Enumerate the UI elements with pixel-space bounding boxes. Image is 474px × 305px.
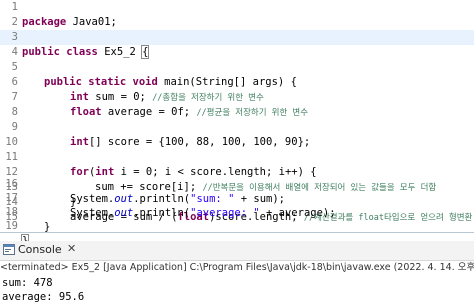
line-number: 7: [11, 91, 18, 103]
code-line-5[interactable]: 5 public static void main(String[] args)…: [0, 60, 474, 88]
code-line-2[interactable]: 2: [0, 15, 474, 30]
code-line-1[interactable]: 1 package Java01;: [0, 0, 474, 28]
code-line-4[interactable]: 4: [0, 45, 474, 60]
editor-divider: [0, 232, 474, 233]
code-line-7[interactable]: 7 float average = 0f; //평균을 저장하기 위한 변수: [0, 90, 474, 118]
line-number: 16: [5, 178, 18, 190]
line-number: 10: [5, 136, 18, 148]
line-number: 17: [5, 192, 18, 204]
console-tab-label: Console: [18, 243, 62, 256]
code-line-3[interactable]: 3 public class Ex5_2 {: [0, 30, 474, 59]
code-line-10[interactable]: 10: [0, 135, 474, 150]
console-tab[interactable]: Console ✕: [0, 241, 474, 261]
code-line-11[interactable]: 11 for(int i = 0; i < score.length; i++)…: [0, 150, 474, 178]
line-number: 11: [5, 151, 18, 163]
code-line-6[interactable]: 6 int sum = 0; //총합을 저장하기 위한 변수: [0, 75, 474, 103]
code-line-9[interactable]: 9 int[] score = {100, 88, 100, 100, 90};: [0, 120, 474, 148]
line-number: 1: [11, 1, 18, 13]
code-line-17[interactable]: 17 System.out.println("average: " + aver…: [0, 191, 474, 219]
line-number: 6: [11, 76, 18, 88]
close-icon[interactable]: ✕: [67, 242, 76, 255]
console-output-line: average: 95.6: [2, 291, 85, 303]
line-number: 4: [11, 46, 18, 58]
console-icon: [3, 244, 15, 255]
code-line-8[interactable]: 8: [0, 105, 474, 120]
code-line-18[interactable]: 18 }: [0, 205, 474, 233]
console-output-line: sum: 478: [2, 277, 53, 289]
code-line-16[interactable]: 16 System.out.println("sum: " + sum);: [0, 177, 474, 205]
console-status: <terminated> Ex5_2 [Java Application] C:…: [0, 262, 474, 273]
line-number: 5: [11, 61, 18, 73]
line-number: 8: [11, 106, 18, 118]
line-number: 3: [11, 31, 18, 43]
line-number: 9: [11, 121, 18, 133]
line-number: 18: [5, 206, 18, 218]
line-number: 2: [11, 16, 18, 28]
